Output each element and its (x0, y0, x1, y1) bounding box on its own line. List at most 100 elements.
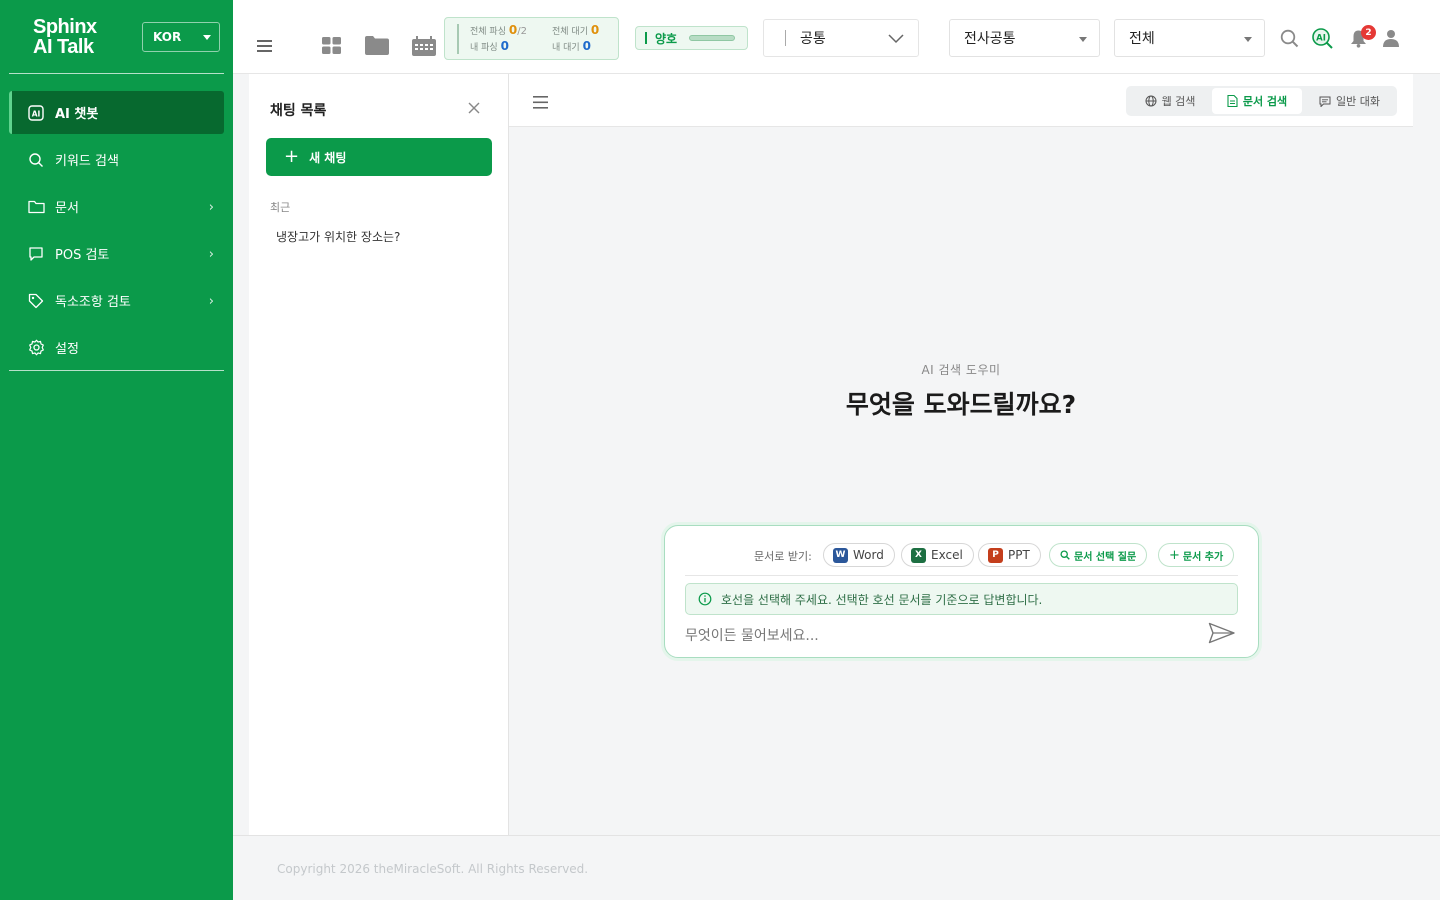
sidebar-item-settings[interactable]: 설정 (9, 326, 224, 369)
sidebar-item-label: AI 챗봇 (55, 107, 99, 122)
brand-logo[interactable]: Sphinx AI Talk (33, 17, 97, 57)
menu-icon[interactable] (533, 94, 549, 113)
message-composer: 문서로 받기: W Word X Excel P PPT 문서 선택 질문 + … (664, 525, 1259, 658)
chat-history-item[interactable]: 냉장고가 위치한 장소는? (276, 228, 400, 245)
chevron-right-icon: › (208, 200, 214, 215)
select-doc-label: 문서 선택 질문 (1074, 551, 1137, 563)
language-select[interactable]: KOR (142, 22, 220, 52)
chat-bubble-icon (27, 245, 45, 263)
sidebar-nav: AI AI 챗봇 키워드 검색 문서 › POS 검토 › 독소조항 검토 › … (9, 91, 224, 373)
parsing-status-panel: 전체 파싱 0/2 전체 대기 0 내 파싱 0 내 대기 0 (444, 17, 619, 60)
my-parse-stat: 내 파싱 0 (470, 39, 509, 53)
message-input[interactable] (685, 624, 1185, 648)
menu-toggle-icon[interactable] (257, 38, 273, 57)
new-chat-button[interactable]: + 새 채팅 (266, 138, 492, 176)
scope-value: 공통 (800, 31, 826, 47)
mode-doc-search[interactable]: 문서 검색 (1212, 88, 1302, 114)
search-icon (1060, 550, 1070, 560)
search-icon (27, 151, 45, 169)
sidebar-item-label: POS 검토 (55, 248, 110, 263)
status-bar-marker (645, 32, 647, 44)
stat-divider (457, 24, 459, 54)
select-divider (785, 30, 786, 46)
caret-down-icon (1244, 37, 1252, 42)
total-wait-stat: 전체 대기 0 (552, 23, 599, 37)
tag-icon (27, 292, 45, 310)
globe-icon (1145, 95, 1157, 107)
hero-subtitle: AI 검색 도우미 (921, 363, 1001, 377)
excel-icon: X (911, 547, 926, 563)
company-select[interactable]: 전사공통 (949, 19, 1100, 57)
search-mode-toggle: 웹 검색 문서 검색 일반 대화 (1126, 86, 1397, 116)
mode-label: 웹 검색 (1161, 95, 1196, 108)
add-document-button[interactable]: + 문서 추가 (1158, 543, 1235, 567)
word-label: Word (853, 548, 884, 562)
ai-search-icon[interactable]: AI (1312, 28, 1334, 53)
add-doc-label: 문서 추가 (1182, 551, 1224, 563)
user-icon[interactable] (1382, 29, 1400, 51)
search-icon[interactable] (1280, 29, 1299, 52)
total-parse-label: 전체 파싱 (470, 27, 506, 37)
close-icon[interactable] (466, 100, 482, 116)
notice-text: 호선을 선택해 주세요. 선택한 호선 문서를 기준으로 답변합니다. (721, 592, 1043, 607)
mode-web-search[interactable]: 웹 검색 (1130, 88, 1210, 114)
company-value: 전사공통 (964, 31, 1016, 47)
sidebar-item-ai-chatbot[interactable]: AI AI 챗봇 (9, 91, 224, 134)
export-ppt-button[interactable]: P PPT (978, 543, 1041, 567)
page-footer: Copyright 2026 theMiracleSoft. All Right… (233, 835, 1440, 900)
ship-selection-notice: 호선을 선택해 주세요. 선택한 호선 문서를 기준으로 답변합니다. (685, 583, 1238, 615)
caret-down-icon (203, 35, 211, 40)
language-value: KOR (153, 30, 182, 44)
plus-icon: + (1169, 547, 1180, 563)
brand-line-2: AI Talk (33, 36, 94, 58)
total-wait-label: 전체 대기 (552, 27, 588, 37)
sidebar-divider (9, 73, 224, 74)
chevron-right-icon: › (208, 247, 214, 262)
sidebar-item-label: 키워드 검색 (55, 154, 119, 169)
sidebar-item-toxic-clause-review[interactable]: 독소조항 검토 › (9, 279, 224, 322)
sidebar-item-keyword-search[interactable]: 키워드 검색 (9, 138, 224, 181)
export-excel-button[interactable]: X Excel (901, 543, 974, 567)
folder-icon (27, 198, 45, 216)
mode-general-chat[interactable]: 일반 대화 (1306, 88, 1393, 114)
my-wait-stat: 내 대기 0 (552, 39, 591, 53)
range-value: 전체 (1129, 31, 1155, 47)
word-icon: W (833, 547, 848, 563)
total-parse-value: 0 (508, 23, 518, 37)
svg-text:AI: AI (32, 109, 41, 118)
sidebar: Sphinx AI Talk KOR AI AI 챗봇 키워드 검색 문서 › (0, 0, 233, 900)
system-status-badge: 양호 (635, 26, 748, 50)
document-select-question-button[interactable]: 문서 선택 질문 (1049, 543, 1148, 567)
grid-view-icon[interactable] (322, 37, 342, 59)
my-wait-value: 0 (582, 39, 591, 53)
document-icon (1227, 95, 1238, 107)
main-header: 웹 검색 문서 검색 일반 대화 (509, 74, 1413, 127)
plus-icon: + (284, 146, 300, 167)
ai-badge-text: AI (1316, 33, 1326, 43)
chat-bubble-icon (1319, 96, 1331, 107)
chat-main-area: 웹 검색 문서 검색 일반 대화 AI 검색 도우미 무엇을 도와드릴까요? 문… (509, 74, 1413, 835)
notification-count-badge: 2 (1361, 25, 1376, 40)
sidebar-item-label: 설정 (55, 342, 79, 357)
status-label: 양호 (655, 31, 678, 46)
ppt-icon: P (988, 547, 1003, 563)
my-wait-label: 내 대기 (552, 43, 580, 53)
range-select[interactable]: 전체 (1114, 19, 1265, 57)
copyright-text: Copyright 2026 theMiracleSoft. All Right… (277, 862, 589, 876)
hero-title: 무엇을 도와드릴까요? (845, 390, 1077, 419)
receive-as-document-label: 문서로 받기: (754, 550, 812, 563)
folder-icon[interactable] (365, 36, 389, 59)
chevron-right-icon: › (208, 294, 214, 309)
scope-select[interactable]: 공통 (763, 19, 919, 57)
sidebar-item-documents[interactable]: 문서 › (9, 185, 224, 228)
my-parse-label: 내 파싱 (470, 43, 498, 53)
total-parse-total: /2 (517, 26, 527, 37)
send-icon[interactable] (1208, 622, 1238, 648)
ai-icon: AI (27, 104, 45, 122)
sidebar-item-pos-review[interactable]: POS 검토 › (9, 232, 224, 275)
caret-down-icon (1079, 37, 1087, 42)
calendar-icon[interactable] (412, 36, 436, 60)
new-chat-label: 새 채팅 (309, 150, 347, 165)
export-word-button[interactable]: W Word (823, 543, 895, 567)
sidebar-item-label: 문서 (55, 201, 79, 216)
